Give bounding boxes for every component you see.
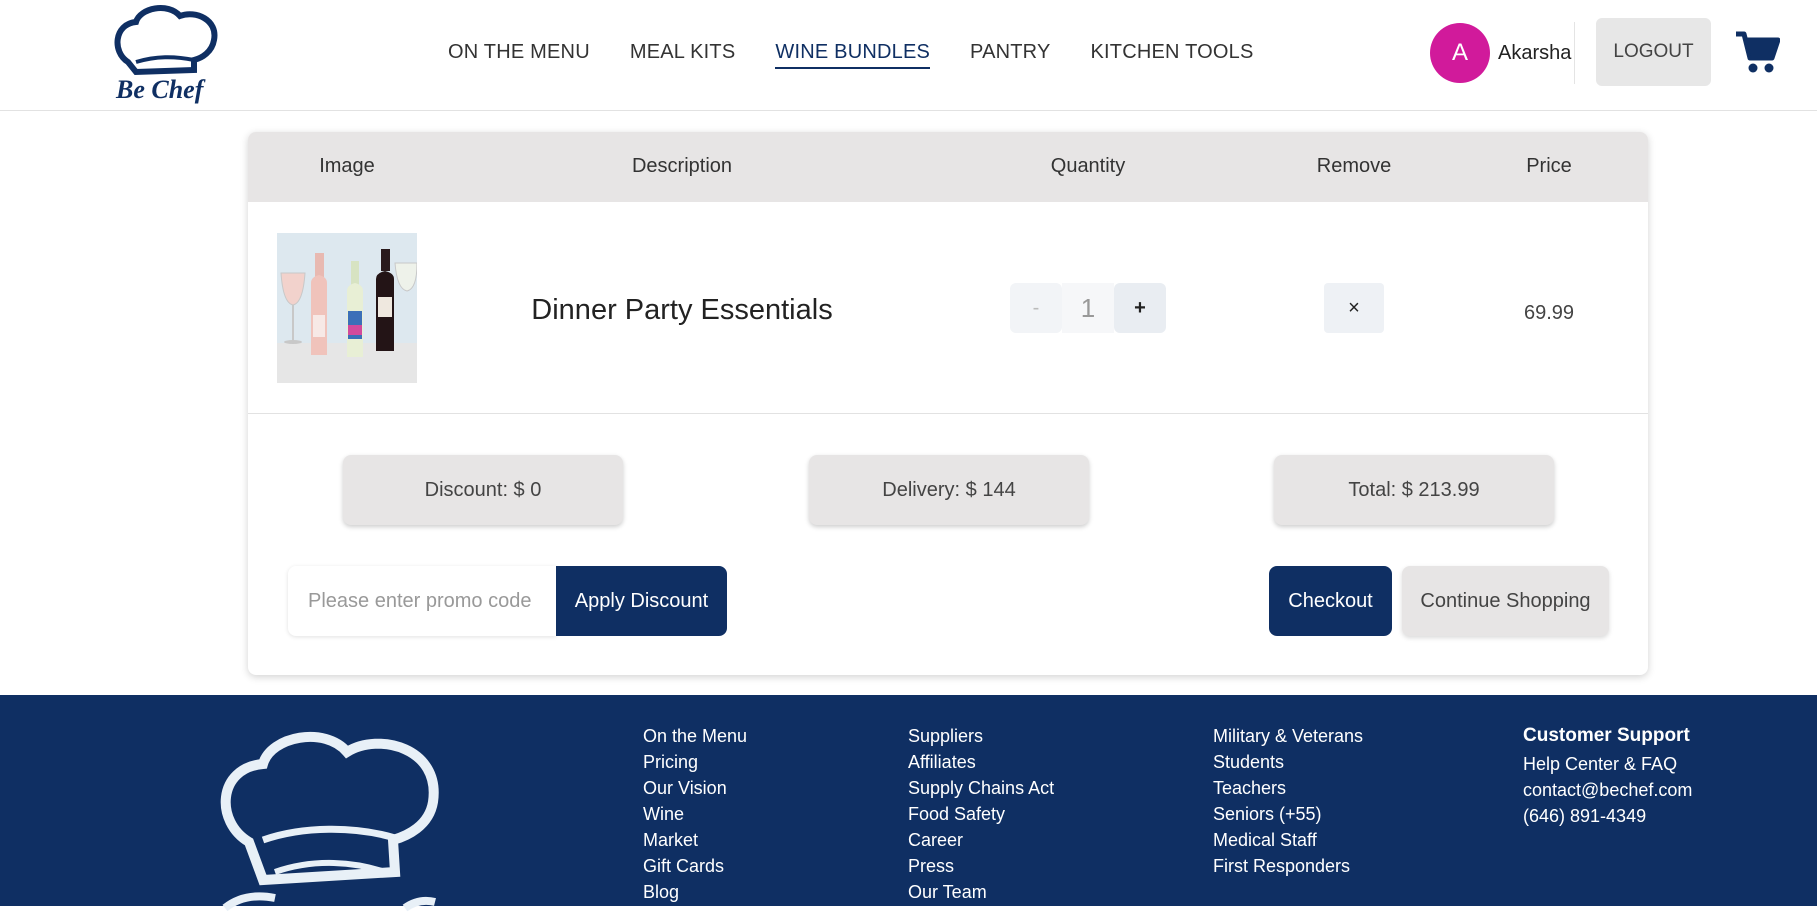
svg-text:Be Chef: Be Chef bbox=[115, 75, 206, 104]
product-description: Dinner Party Essentials bbox=[531, 294, 833, 326]
footer-link[interactable]: Affiliates bbox=[908, 749, 1054, 775]
footer-link[interactable]: Press bbox=[908, 853, 1054, 879]
nav-kitchen-tools[interactable]: KITCHEN TOOLS bbox=[1091, 11, 1254, 94]
apply-discount-button[interactable]: Apply Discount bbox=[556, 566, 727, 636]
decrement-button[interactable]: - bbox=[1010, 283, 1062, 333]
support-heading: Customer Support bbox=[1523, 725, 1690, 746]
footer-link[interactable]: Students bbox=[1213, 749, 1363, 775]
total-summary: Total: $ 213.99 bbox=[1274, 455, 1554, 525]
column-image: Image bbox=[319, 155, 375, 177]
product-image bbox=[277, 233, 417, 383]
phone-link[interactable]: (646) 891-4349 bbox=[1523, 803, 1692, 829]
shopping-cart-icon[interactable] bbox=[1734, 28, 1780, 76]
remove-item-button[interactable]: × bbox=[1324, 283, 1384, 333]
user-name: Akarsha bbox=[1498, 41, 1572, 64]
nav-pantry[interactable]: PANTRY bbox=[970, 11, 1050, 94]
column-remove: Remove bbox=[1316, 155, 1392, 177]
discount-summary: Discount: $ 0 bbox=[343, 455, 623, 525]
footer-link[interactable]: Wine bbox=[643, 801, 747, 827]
cart-table-header: Image Description Quantity Remove Price bbox=[248, 132, 1648, 202]
continue-shopping-button[interactable]: Continue Shopping bbox=[1402, 566, 1609, 636]
footer-column-2: Suppliers Affiliates Supply Chains Act F… bbox=[908, 723, 1054, 905]
site-footer: On the Menu Pricing Our Vision Wine Mark… bbox=[0, 695, 1817, 912]
header-divider bbox=[1574, 22, 1575, 84]
footer-link[interactable]: Pricing bbox=[643, 749, 747, 775]
column-quantity: Quantity bbox=[1050, 155, 1126, 177]
footer-link[interactable]: Supply Chains Act bbox=[908, 775, 1054, 801]
be-chef-logo[interactable]: Be Chef bbox=[110, 4, 220, 104]
footer-link[interactable]: First Responders bbox=[1213, 853, 1363, 879]
logout-button[interactable]: LOGOUT bbox=[1596, 18, 1711, 86]
promo-code-input[interactable] bbox=[288, 566, 556, 636]
footer-link[interactable]: Market bbox=[643, 827, 747, 853]
footer-chef-hat-logo[interactable] bbox=[205, 722, 495, 912]
footer-link[interactable]: On the Menu bbox=[643, 723, 747, 749]
main-nav: ON THE MENU MEAL KITS WINE BUNDLES PANTR… bbox=[448, 0, 1254, 105]
close-icon: × bbox=[1348, 296, 1360, 319]
item-price: 69.99 bbox=[1523, 302, 1575, 324]
delivery-summary: Delivery: $ 144 bbox=[809, 455, 1089, 525]
column-price: Price bbox=[1526, 155, 1572, 177]
footer-link[interactable]: Our Vision bbox=[643, 775, 747, 801]
cart-card: Image Description Quantity Remove Price bbox=[248, 132, 1648, 675]
footer-link[interactable]: Suppliers bbox=[908, 723, 1054, 749]
footer-link[interactable]: Gift Cards bbox=[643, 853, 747, 879]
site-header: Be Chef ON THE MENU MEAL KITS WINE BUNDL… bbox=[0, 0, 1817, 111]
footer-column-3: Military & Veterans Students Teachers Se… bbox=[1213, 723, 1363, 879]
increment-button[interactable]: + bbox=[1114, 283, 1166, 333]
checkout-button[interactable]: Checkout bbox=[1269, 566, 1392, 636]
contact-email-link[interactable]: contact@bechef.com bbox=[1523, 777, 1692, 803]
help-center-link[interactable]: Help Center & FAQ bbox=[1523, 751, 1692, 777]
quantity-value[interactable]: 1 bbox=[1062, 283, 1114, 333]
footer-link[interactable]: Our Team bbox=[908, 879, 1054, 905]
quantity-stepper: - 1 + bbox=[1010, 283, 1166, 333]
nav-wine-bundles[interactable]: WINE BUNDLES bbox=[775, 11, 930, 94]
footer-link[interactable]: Military & Veterans bbox=[1213, 723, 1363, 749]
user-menu[interactable]: A Akarsha bbox=[1430, 23, 1571, 83]
footer-link[interactable]: Food Safety bbox=[908, 801, 1054, 827]
cart-item-row: Dinner Party Essentials - 1 + × 69.99 bbox=[248, 202, 1648, 414]
footer-support: Customer Support Help Center & FAQ conta… bbox=[1523, 723, 1692, 829]
nav-meal-kits[interactable]: MEAL KITS bbox=[630, 11, 736, 94]
footer-link[interactable]: Career bbox=[908, 827, 1054, 853]
footer-column-1: On the Menu Pricing Our Vision Wine Mark… bbox=[643, 723, 747, 905]
footer-link[interactable]: Teachers bbox=[1213, 775, 1363, 801]
nav-on-the-menu[interactable]: ON THE MENU bbox=[448, 11, 590, 94]
footer-link[interactable]: Medical Staff bbox=[1213, 827, 1363, 853]
footer-link[interactable]: Blog bbox=[643, 879, 747, 905]
column-description: Description bbox=[631, 155, 733, 177]
footer-link[interactable]: Seniors (+55) bbox=[1213, 801, 1363, 827]
avatar[interactable]: A bbox=[1430, 23, 1490, 83]
